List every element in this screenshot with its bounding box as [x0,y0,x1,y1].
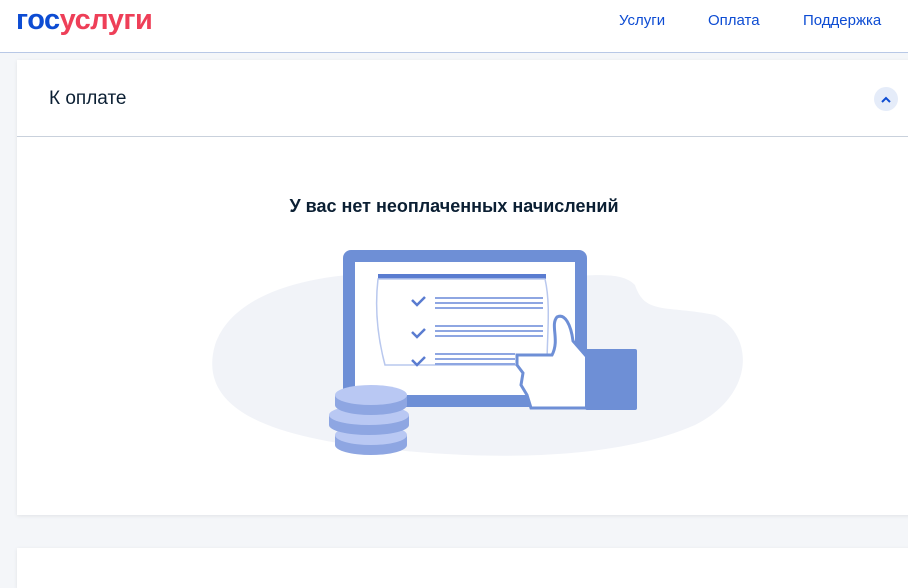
card-title: К оплате [49,88,127,109]
divider [17,136,908,137]
collapse-button[interactable] [874,87,898,111]
nav-support[interactable]: Поддержка [803,12,881,29]
top-header: госуслуги Услуги Оплата Поддержка [0,0,908,53]
gosuslugi-logo[interactable]: госуслуги [16,4,153,37]
nav-services[interactable]: Услуги [619,12,665,29]
logo-text-uslugi: услуги [59,4,153,36]
logo-text-gos: гос [16,4,60,36]
next-card [17,548,908,588]
payment-card: К оплате У вас нет неоплаченных начислен… [17,60,908,515]
chevron-up-icon [881,96,891,103]
empty-state-message: У вас нет неоплаченных начислений [289,196,619,216]
nav-payment[interactable]: Оплата [708,12,760,29]
empty-payments-illustration [212,250,743,456]
